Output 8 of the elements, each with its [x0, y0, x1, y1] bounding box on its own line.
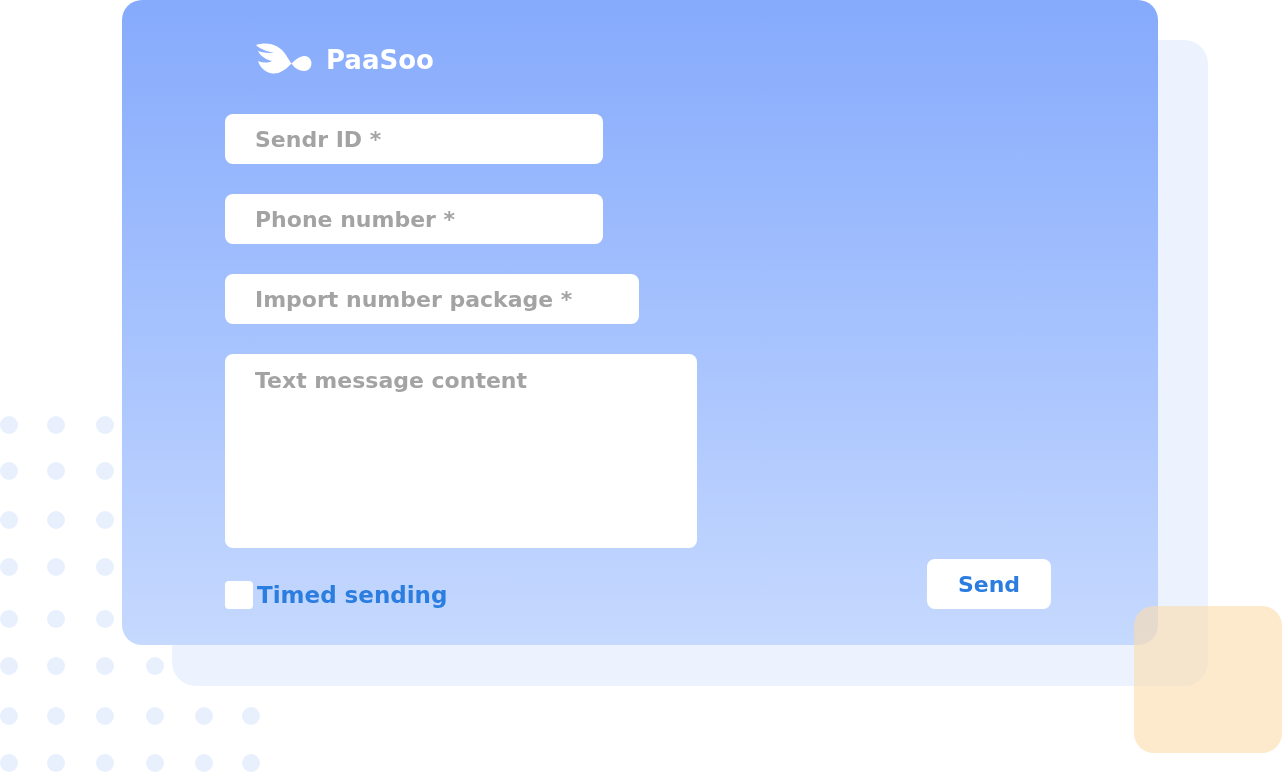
- checkbox-label: Timed sending: [257, 581, 448, 610]
- text-field[interactable]: Import number package *: [225, 274, 639, 324]
- send-button[interactable]: Send: [927, 559, 1051, 610]
- logo-text: PaaSoo: [326, 43, 434, 77]
- message-field[interactable]: Text message content: [225, 354, 697, 548]
- text-field[interactable]: Phone number *: [225, 194, 603, 244]
- checkbox[interactable]: [225, 581, 253, 610]
- text-field[interactable]: Sendr ID *: [225, 114, 603, 164]
